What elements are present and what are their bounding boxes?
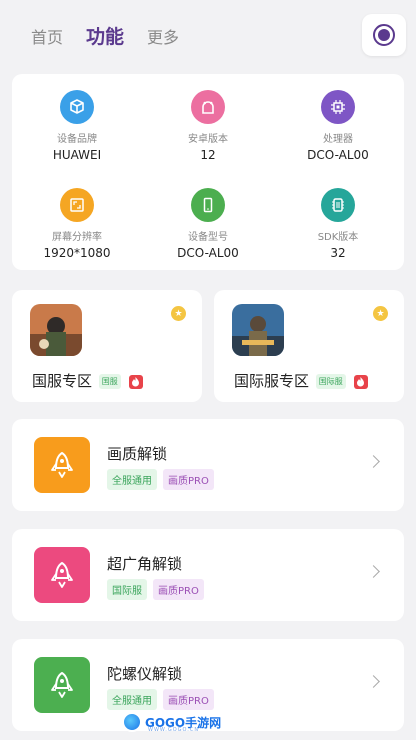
game-cover-image xyxy=(232,304,284,356)
feature-title: 超广角解锁 xyxy=(107,555,183,573)
info-processor: 处理器 DCO-AL00 xyxy=(273,90,403,162)
feature-tags: 国际服 画质PRO xyxy=(107,579,204,600)
info-android-version: 安卓版本 12 xyxy=(143,90,273,162)
tab-home[interactable]: 首页 xyxy=(31,24,63,48)
info-model: 设备型号 DCO-AL00 xyxy=(143,188,273,260)
rocket-icon xyxy=(34,657,90,713)
fire-icon xyxy=(353,375,368,389)
server-tag: 国服 xyxy=(98,374,121,389)
star-icon: ★ xyxy=(171,306,186,321)
tab-features[interactable]: 功能 xyxy=(86,22,124,49)
device-info-card: 设备品牌 HUAWEI 安卓版本 12 处理器 DCO-AL00 屏幕分辨率 1… xyxy=(12,74,404,270)
tag-quality-pro: 画质PRO xyxy=(163,689,214,710)
tag-all-servers: 全服通用 xyxy=(107,689,157,710)
game-card-title: 国际服专区 国际服 xyxy=(234,370,368,391)
game-card-title: 国服专区 国服 xyxy=(32,370,143,391)
fire-icon xyxy=(128,375,143,389)
top-bar: 首页 功能 更多 xyxy=(0,0,416,70)
info-resolution: 屏幕分辨率 1920*1080 xyxy=(12,188,142,260)
cube-icon xyxy=(60,90,94,124)
info-brand: 设备品牌 HUAWEI xyxy=(12,90,142,162)
game-name-text: 国服专区 xyxy=(32,372,93,390)
info-label: 设备品牌 xyxy=(57,134,97,145)
info-value: HUAWEI xyxy=(52,148,102,162)
chip-icon xyxy=(321,90,355,124)
info-label: SDK版本 xyxy=(317,232,359,243)
tag-all-servers: 全服通用 xyxy=(107,469,157,490)
site-watermark: GOGO手游网 WWW.GOGO.CN xyxy=(122,710,221,734)
screen-icon xyxy=(60,188,94,222)
android-icon xyxy=(191,90,225,124)
feature-quality-unlock[interactable]: 画质解锁 全服通用 画质PRO xyxy=(12,419,404,511)
server-tag: 国际服 xyxy=(315,374,346,389)
tag-quality-pro: 画质PRO xyxy=(153,579,204,600)
info-value: 12 xyxy=(200,148,216,162)
feature-tags: 全服通用 画质PRO xyxy=(107,689,214,710)
game-card-global[interactable]: ★ 国际服专区 国际服 xyxy=(214,290,404,402)
game-card-cn[interactable]: ★ 国服专区 国服 xyxy=(12,290,202,402)
chevron-right-icon xyxy=(367,675,380,688)
tag-quality-pro: 画质PRO xyxy=(163,469,214,490)
feature-title: 陀螺仪解锁 xyxy=(107,665,183,683)
sdk-chip-icon xyxy=(321,188,355,222)
phone-icon xyxy=(191,188,225,222)
info-value: DCO-AL00 xyxy=(307,148,369,162)
tag-global-server: 国际服 xyxy=(107,579,147,600)
feature-wide-angle-unlock[interactable]: 超广角解锁 国际服 画质PRO xyxy=(12,529,404,621)
chevron-right-icon xyxy=(367,565,380,578)
rocket-icon xyxy=(34,547,90,603)
info-label: 安卓版本 xyxy=(188,134,228,145)
info-label: 设备型号 xyxy=(188,232,228,243)
info-label: 屏幕分辨率 xyxy=(52,232,102,243)
game-name-text: 国际服专区 xyxy=(234,372,310,390)
chevron-right-icon xyxy=(367,455,380,468)
record-icon xyxy=(373,24,395,46)
rocket-icon xyxy=(34,437,90,493)
star-icon: ★ xyxy=(373,306,388,321)
info-sdk: SDK版本 32 xyxy=(273,188,403,260)
feature-tags: 全服通用 画质PRO xyxy=(107,469,214,490)
info-value: DCO-AL00 xyxy=(177,246,239,260)
info-label: 处理器 xyxy=(323,134,353,145)
watermark-logo-icon xyxy=(122,712,142,732)
feature-title: 画质解锁 xyxy=(107,445,168,463)
info-value: 1920*1080 xyxy=(43,246,111,260)
game-cover-image xyxy=(30,304,82,356)
info-value: 32 xyxy=(330,246,346,260)
record-button[interactable] xyxy=(362,14,406,56)
watermark-domain: WWW.GOGO.CN xyxy=(148,727,200,733)
tab-more[interactable]: 更多 xyxy=(147,24,179,48)
